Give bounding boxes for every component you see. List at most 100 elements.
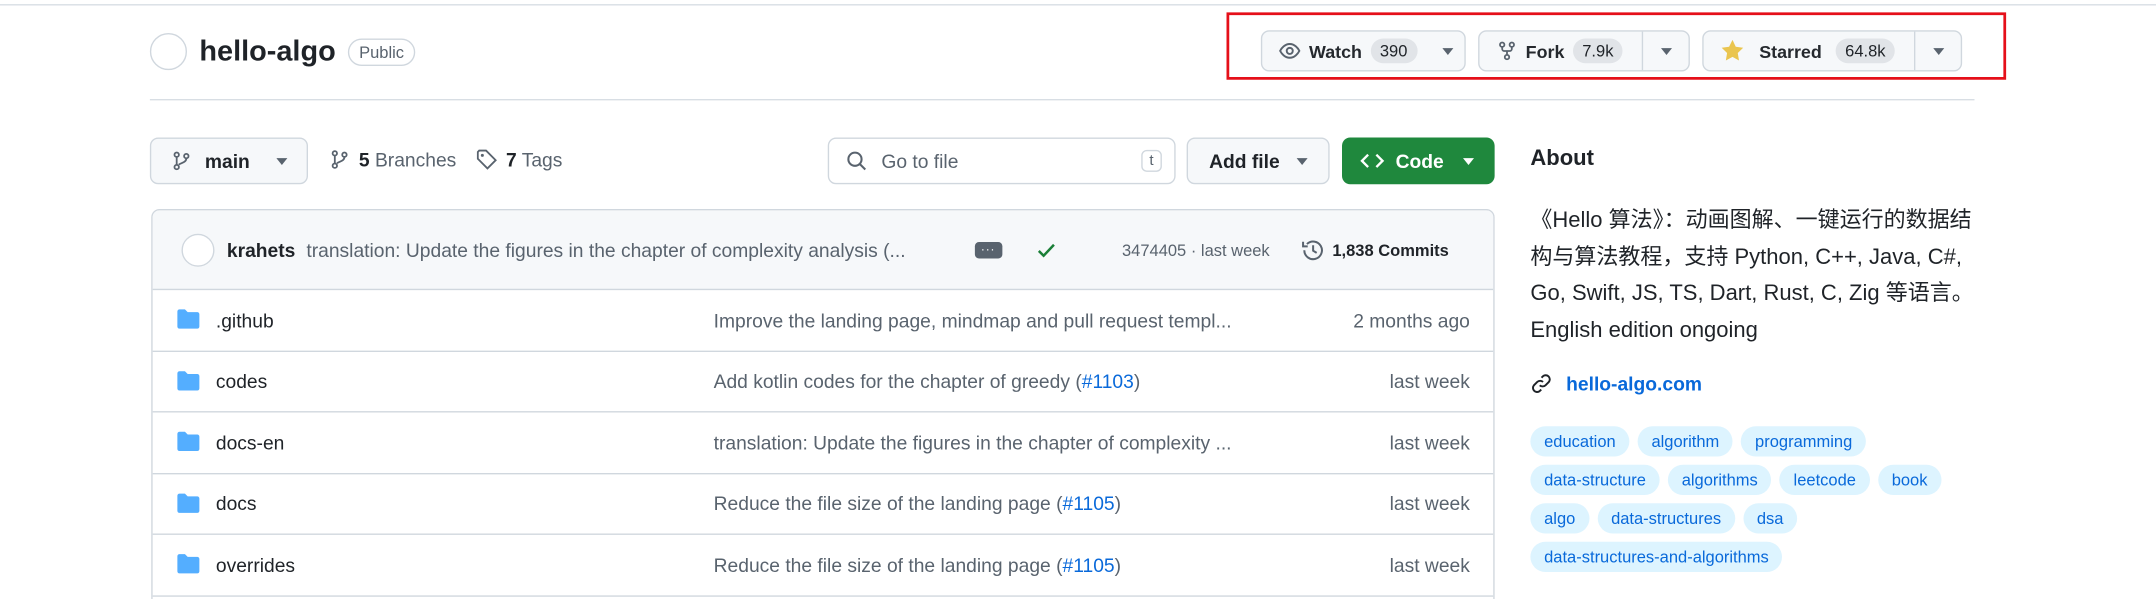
folder-icon [177,370,200,390]
file-name[interactable]: .github [216,309,274,331]
branch-selector[interactable]: main [149,137,308,185]
check-icon[interactable] [1035,239,1057,261]
folder-icon [177,309,200,329]
fork-count: 7.9k [1572,38,1624,64]
branches-label: Branches [374,148,457,171]
commits-count: 1,838 Commits [1332,239,1449,260]
chevron-down-icon [1296,157,1308,165]
go-to-file-search: t [827,137,1176,185]
file-commit-time: last week [1389,492,1470,515]
topic-tag[interactable]: programming [1741,426,1867,457]
topic-tag[interactable]: algorithms [1667,464,1772,495]
topic-tag[interactable]: data-structures-and-algorithms [1530,541,1783,572]
topic-tag[interactable]: education [1530,426,1630,457]
latest-commit-bar: krahets translation: Update the figures … [152,210,1494,291]
expand-commit-button[interactable]: ... [974,239,1003,258]
pr-link[interactable]: #1105 [1063,554,1115,576]
topic-tag[interactable]: algorithm [1637,426,1734,457]
code-button[interactable]: Code [1342,137,1495,185]
file-name[interactable]: docs-en [216,431,284,453]
file-commit-time: 2 months ago [1353,309,1470,332]
chevron-down-icon [1441,47,1453,55]
folder-icon [177,492,200,513]
table-row: docs-en translation: Update the figures … [152,413,1494,474]
file-commit-message[interactable]: Improve the landing page, mindmap and pu… [714,309,1286,331]
watch-button[interactable]: Watch 390 [1262,32,1431,71]
topic-tag[interactable]: dsa [1743,503,1798,534]
tags-count: 7 [506,148,517,171]
pr-link[interactable]: #1105 [1063,493,1115,515]
table-row: .github Improve the landing page, mindma… [152,290,1494,352]
fork-button[interactable]: Fork 7.9k [1479,32,1642,71]
website-link[interactable]: hello-algo.com [1530,373,1702,395]
chevron-down-icon [275,157,287,165]
file-commit-message[interactable]: Add kotlin codes for the chapter of gree… [714,370,1286,392]
search-icon [847,151,867,171]
fork-button-group: Fork 7.9k [1477,30,1691,72]
fork-label: Fork [1525,40,1565,62]
star-label: Starred [1759,40,1822,62]
repo-forked-icon [1498,41,1515,61]
add-file-button[interactable]: Add file [1186,137,1330,185]
star-button-group: Starred 64.8k [1702,30,1963,72]
tag-icon [476,149,497,170]
code-label: Code [1395,149,1444,172]
branch-name: main [204,149,250,172]
git-branch-icon [173,151,190,171]
file-commit-message[interactable]: Reduce the file size of the landing page… [714,493,1286,515]
shortcut-hint: t [1141,149,1162,172]
file-name[interactable]: overrides [216,554,295,576]
commit-sha-time[interactable]: 3474405 · last week [1122,240,1270,259]
about-heading: About [1530,147,1594,171]
star-button[interactable]: Starred 64.8k [1704,32,1914,71]
watch-dropdown[interactable] [1431,32,1464,71]
watch-count: 390 [1370,38,1418,64]
watch-label: Watch [1309,40,1362,62]
tags-label: Tags [521,148,563,171]
topic-tag[interactable]: data-structures [1597,503,1735,534]
website-url: hello-algo.com [1566,372,1702,395]
topic-tag[interactable]: data-structure [1530,464,1660,495]
repo-header: hello-algo Public [149,33,416,71]
repo-actions: Watch 390 Fork 7.9k Starred 64.8k [1260,30,1963,72]
page: hello-algo Public Watch 390 Fork 7.9k St… [0,0,2156,599]
topic-tag[interactable]: algo [1530,503,1590,534]
file-commit-message[interactable]: Reduce the file size of the landing page… [714,554,1286,576]
file-name[interactable]: docs [216,493,257,515]
file-commit-time: last week [1389,553,1470,576]
avatar[interactable] [181,233,215,267]
chevron-down-icon [1660,47,1672,55]
folder-icon [177,554,200,574]
repo-name[interactable]: hello-algo [199,35,335,68]
file-name[interactable]: codes [216,370,267,392]
commit-message[interactable]: translation: Update the figures in the c… [306,239,958,261]
file-commit-time: last week [1389,431,1470,454]
code-icon [1360,153,1385,168]
commits-history-link[interactable]: 1,838 Commits [1301,237,1449,262]
history-icon [1302,239,1323,260]
watch-button-group: Watch 390 [1260,30,1466,72]
go-to-file-input[interactable] [878,148,1113,174]
topic-tag[interactable]: book [1877,464,1942,495]
commit-author[interactable]: krahets [227,239,295,261]
topic-list: education algorithm programming data-str… [1530,426,1943,572]
file-browser: krahets translation: Update the figures … [151,209,1495,599]
header-separator [149,99,1975,101]
branches-link[interactable]: 5 Branches [329,148,457,171]
chevron-down-icon [1932,47,1944,55]
folder-icon [177,431,200,451]
star-count: 64.8k [1835,38,1896,64]
star-dropdown[interactable] [1914,31,1961,71]
tags-link[interactable]: 7 Tags [476,148,563,171]
add-file-label: Add file [1209,149,1280,172]
eye-icon [1279,43,1301,59]
owner-avatar[interactable] [149,33,187,71]
table-row: overrides Reduce the file size of the la… [152,535,1494,597]
topic-tag[interactable]: leetcode [1779,464,1870,495]
fork-dropdown[interactable] [1642,31,1689,71]
pr-link[interactable]: #1103 [1082,370,1134,392]
visibility-badge: Public [348,37,416,66]
table-row: codes Add kotlin codes for the chapter o… [152,351,1494,413]
file-commit-message[interactable]: translation: Update the figures in the c… [714,431,1286,453]
table-row: docs Reduce the file size of the landing… [152,474,1494,535]
